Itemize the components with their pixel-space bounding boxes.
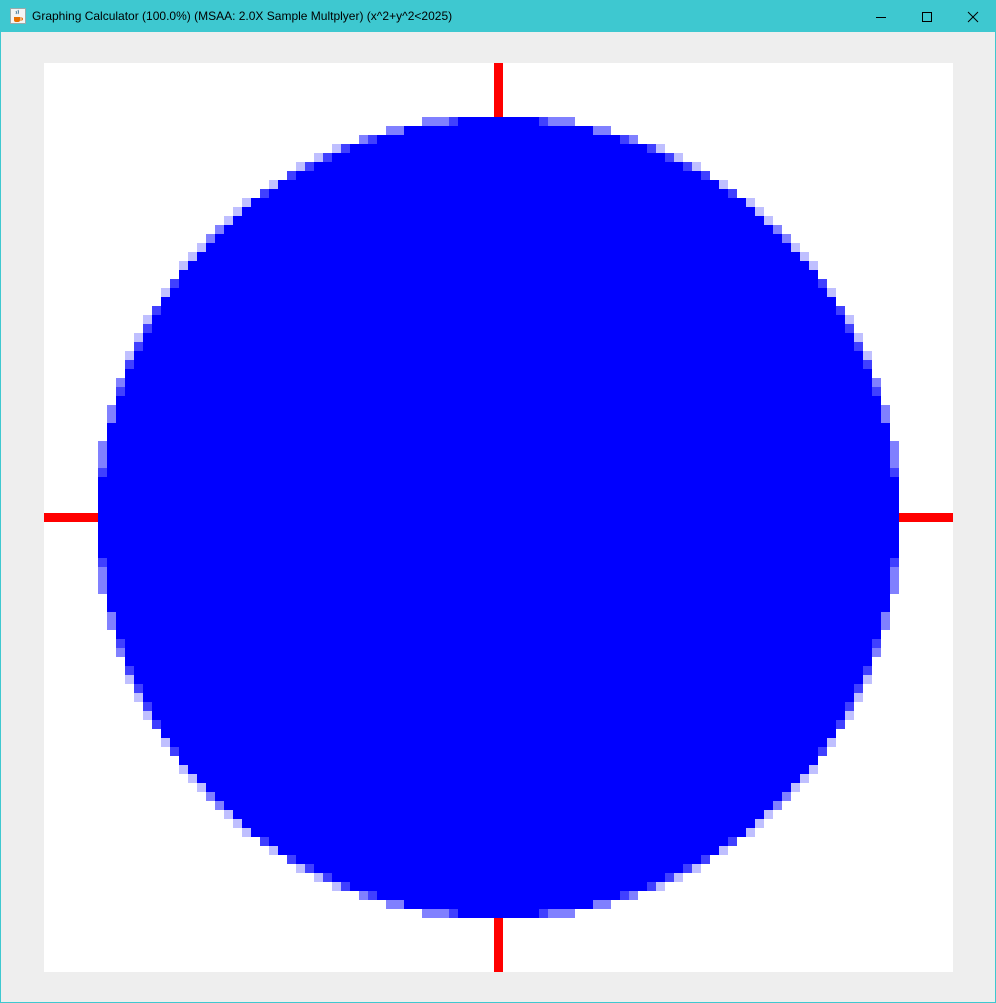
minimize-button[interactable]	[858, 1, 904, 32]
minimize-icon	[876, 17, 886, 18]
close-icon	[967, 11, 979, 23]
plot-area[interactable]	[44, 63, 953, 972]
title-bar[interactable]: Graphing Calculator (100.0%) (MSAA: 2.0X…	[1, 1, 995, 32]
window-title: Graphing Calculator (100.0%) (MSAA: 2.0X…	[32, 9, 453, 23]
maximize-icon	[922, 12, 932, 22]
graph-canvas[interactable]	[44, 63, 953, 972]
maximize-button[interactable]	[904, 1, 950, 32]
java-cup-icon	[10, 8, 26, 24]
app-window: Graphing Calculator (100.0%) (MSAA: 2.0X…	[0, 0, 996, 1003]
close-button[interactable]	[950, 1, 996, 32]
